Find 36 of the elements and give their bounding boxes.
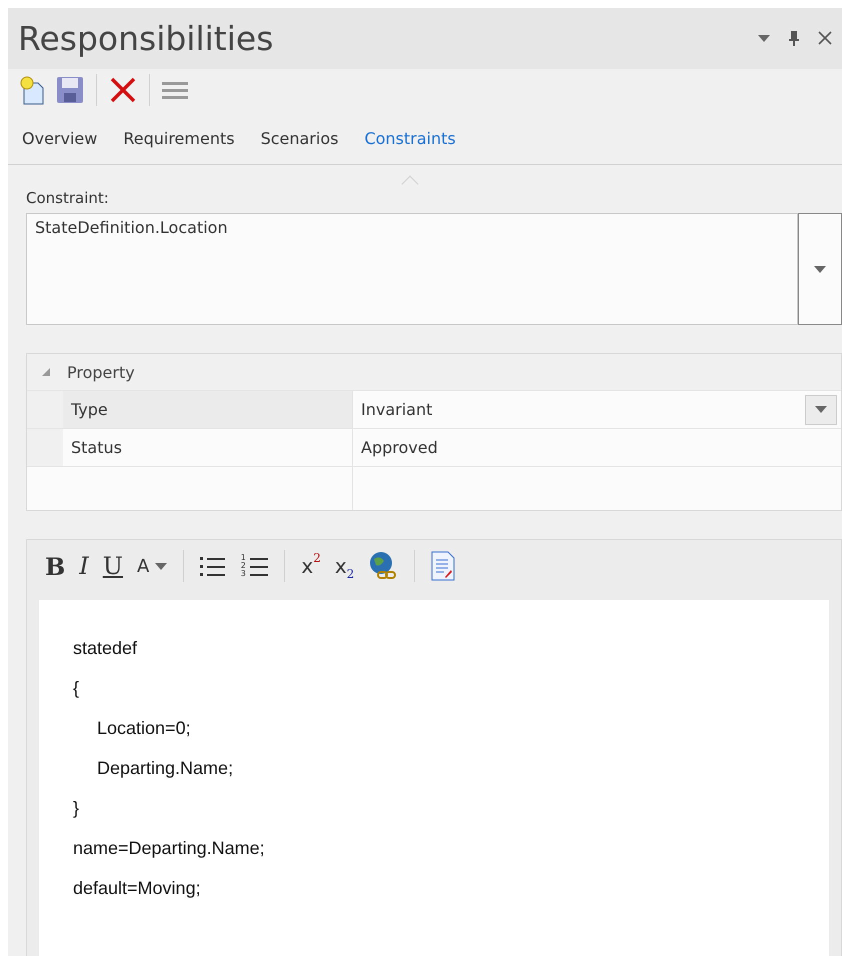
property-value[interactable]: Invariant <box>353 391 841 428</box>
notes-editor[interactable]: statedef { Location=0; Departing.Name; } name=Departing.Name; default=Moving; <box>39 600 829 956</box>
note-line: statedef <box>73 638 138 660</box>
caret-icon <box>758 34 770 42</box>
property-name[interactable]: Status <box>63 429 353 466</box>
note-line: Location=0; <box>97 718 192 740</box>
constraint-field[interactable]: StateDefinition.Location <box>26 213 798 325</box>
note-line: name=Departing.Name; <box>73 838 266 860</box>
pin-button[interactable] <box>786 28 802 48</box>
caret-icon <box>814 266 826 272</box>
note-line: Departing.Name; <box>97 758 234 780</box>
underline-button[interactable]: U <box>100 552 126 580</box>
note-line: { <box>73 678 80 700</box>
caret-icon <box>155 562 168 570</box>
numbered-list-button[interactable]: 123 <box>238 554 270 578</box>
field-label: Constraint: <box>26 189 110 207</box>
italic-button[interactable]: I <box>77 552 91 580</box>
property-value[interactable]: Approved <box>353 429 841 466</box>
panel-title: Responsibilities <box>18 18 274 58</box>
note-line: default=Moving; <box>73 878 202 900</box>
dropdown-button[interactable] <box>756 32 772 44</box>
dropdown-button[interactable] <box>805 394 837 424</box>
group-header: Property <box>67 362 135 382</box>
tab[interactable]: Scenarios <box>260 120 338 156</box>
bold-button[interactable]: B <box>43 552 68 580</box>
tab[interactable]: Overview <box>22 120 98 156</box>
dropdown-button[interactable] <box>798 213 842 325</box>
text-color-button[interactable]: A <box>135 556 170 576</box>
collapse-icon[interactable] <box>41 367 51 377</box>
caret-icon <box>815 406 827 413</box>
note-line: } <box>73 798 80 820</box>
document-button[interactable] <box>429 549 458 583</box>
tab[interactable]: Constraints <box>364 120 456 156</box>
property-name[interactable]: Type <box>63 391 353 428</box>
tab[interactable]: Requirements <box>123 120 235 156</box>
close-button[interactable] <box>816 29 834 48</box>
